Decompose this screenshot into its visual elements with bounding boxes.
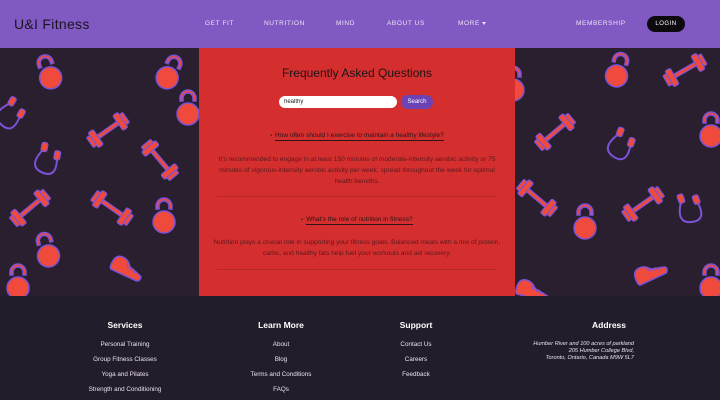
kettlebell-icon — [31, 50, 66, 93]
pattern-panel-right — [515, 48, 720, 296]
faq-question-1[interactable]: • How often should I exercise to maintain… — [199, 132, 515, 141]
faq-answer-2: Nutrition plays a crucial role in suppor… — [213, 239, 501, 257]
faq-divider — [217, 196, 497, 197]
nav-about-us[interactable]: ABOUT US — [387, 20, 425, 27]
footer-link-faqs[interactable]: FAQs — [236, 382, 326, 397]
footer-learn-title: Learn More — [258, 320, 304, 330]
dumbbell-icon — [660, 50, 710, 90]
kettlebell-icon — [176, 89, 199, 126]
site-footer: Services Personal Training Group Fitness… — [0, 296, 720, 400]
kettlebell-icon — [30, 229, 63, 271]
sneaker-icon — [515, 277, 552, 296]
nav-nutrition[interactable]: NUTRITION — [264, 20, 305, 27]
jump-rope-icon — [32, 140, 64, 177]
faq-title: Frequently Asked Questions — [281, 66, 433, 80]
kettlebell-icon — [6, 263, 30, 296]
footer-link-yoga-pilates[interactable]: Yoga and Pilates — [80, 367, 170, 382]
bullet-icon: • — [270, 133, 273, 139]
nav-more-label: MORE — [458, 20, 480, 27]
footer-link-careers[interactable]: Careers — [386, 352, 446, 367]
footer-support: Support Contact Us Careers Feedback — [386, 320, 446, 382]
site-header: U&I Fitness GET FIT NUTRITION MIND ABOUT… — [0, 0, 720, 48]
dumbbell-icon — [619, 183, 667, 225]
kettlebell-icon — [699, 111, 720, 148]
login-button[interactable]: LOGIN — [647, 16, 685, 32]
nav-get-fit[interactable]: GET FIT — [205, 20, 234, 27]
dumbbell-icon — [84, 109, 132, 151]
kettlebell-icon — [152, 197, 176, 234]
faq-section: Frequently Asked Questions Search •How o… — [199, 48, 515, 296]
footer-support-title: Support — [399, 320, 433, 330]
faq-question-text: What's the role of nutrition in fitness? — [306, 216, 413, 225]
nav-mind[interactable]: MIND — [336, 20, 355, 27]
sneaker-icon — [631, 256, 670, 287]
jump-rope-icon — [672, 187, 707, 227]
footer-address: Humber River and 100 acres of parkland 2… — [516, 341, 634, 362]
dumbbell-icon — [88, 187, 136, 229]
pattern-panel-left — [0, 48, 199, 296]
kettlebell-icon — [151, 50, 189, 94]
footer-learn-more: Learn More About Blog Terms and Conditio… — [236, 320, 326, 397]
nav-membership[interactable]: MEMBERSHIP — [576, 20, 626, 27]
address-line: Humber River and 100 acres of parkland — [533, 341, 634, 347]
bullet-icon: • — [301, 217, 304, 223]
faq-divider — [217, 269, 497, 270]
faq-answer-1: It's recommended to engage in at least 1… — [218, 156, 496, 185]
faq-search-input[interactable] — [279, 96, 397, 108]
sneaker-icon — [108, 253, 147, 283]
jump-rope-icon — [604, 124, 639, 164]
faq-question-text: How often should I exercise to maintain … — [275, 132, 444, 141]
kettlebell-icon — [515, 65, 525, 102]
footer-link-contact-us[interactable]: Contact Us — [386, 337, 446, 352]
footer-services-title: Services — [107, 320, 143, 330]
footer-services: Services Personal Training Group Fitness… — [80, 320, 170, 397]
footer-link-terms[interactable]: Terms and Conditions — [236, 367, 326, 382]
footer-link-personal-training[interactable]: Personal Training — [80, 337, 170, 352]
kettlebell-icon — [699, 263, 720, 296]
address-line: 205 Humber College Blvd, — [568, 348, 634, 354]
footer-link-about[interactable]: About — [236, 337, 326, 352]
kettlebell-icon — [602, 49, 635, 91]
dumbbell-icon — [531, 110, 579, 154]
dumbbell-icon — [138, 136, 182, 184]
footer-link-strength-conditioning[interactable]: Strength and Conditioning — [80, 382, 170, 397]
dumbbell-icon — [6, 186, 54, 230]
dumbbell-icon — [515, 176, 561, 220]
footer-link-group-fitness[interactable]: Group Fitness Classes — [80, 352, 170, 367]
nav-more-dropdown[interactable]: MORE — [458, 20, 486, 27]
address-line: Toronto, Ontario, Canada M9W 5L7 — [545, 355, 634, 361]
kettlebell-icon — [573, 203, 597, 240]
jump-rope-icon — [0, 93, 31, 134]
brand-logo[interactable]: U&I Fitness — [14, 16, 90, 32]
footer-address-title: Address — [592, 320, 627, 330]
search-button[interactable]: Search — [401, 95, 433, 109]
faq-question-2[interactable]: • What's the role of nutrition in fitness… — [199, 216, 515, 225]
footer-link-blog[interactable]: Blog — [236, 352, 326, 367]
footer-link-feedback[interactable]: Feedback — [386, 367, 446, 382]
caret-down-icon — [481, 21, 486, 25]
